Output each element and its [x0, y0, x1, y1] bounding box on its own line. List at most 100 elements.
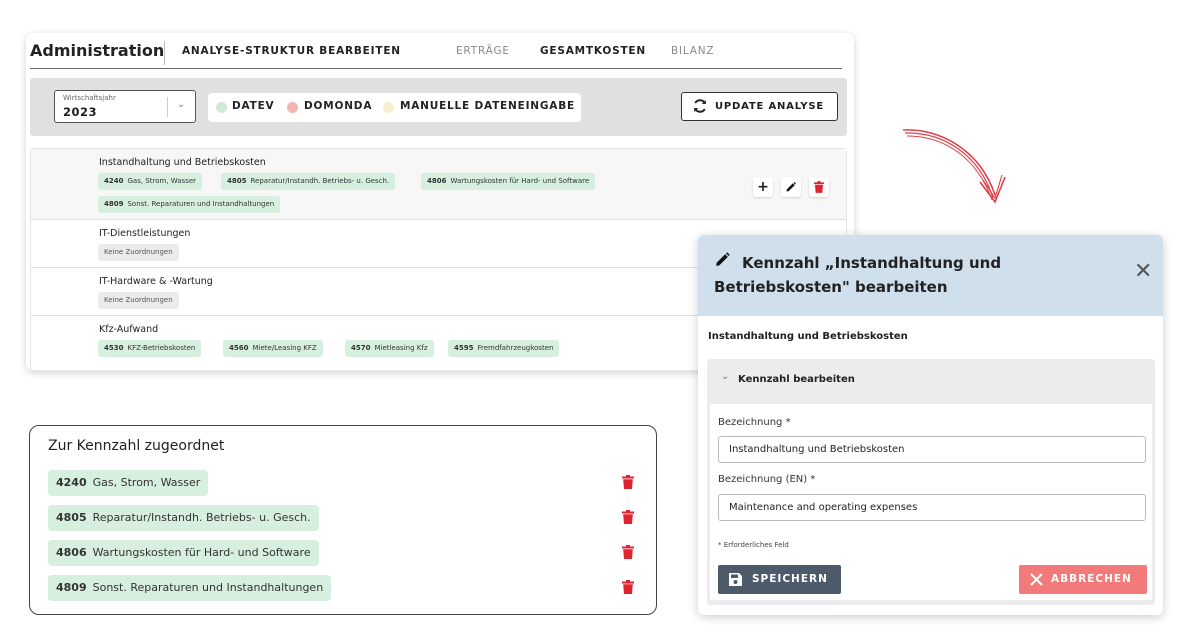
account-chip: 4240 Gas, Strom, Wasser	[98, 173, 203, 190]
name-en-input[interactable]: Maintenance and operating expenses	[718, 494, 1146, 521]
update-analyse-label: UPDATE ANALYSE	[715, 101, 824, 112]
year-select[interactable]: Wirtschaftsjahr 2023 ⌄	[54, 90, 196, 123]
legend-datev: DATEV	[232, 100, 275, 112]
assigned-accounts-card: Zur Kennzahl zugeordnet 4240 Gas, Strom, …	[29, 425, 657, 615]
page-title: Administration	[30, 41, 165, 60]
chip-label: Gas, Strom, Wasser	[127, 177, 197, 185]
floppy-disk-icon	[729, 573, 742, 586]
refresh-icon	[694, 99, 706, 113]
header: Administration ANALYSE-STRUKTUR BEARBEIT…	[26, 33, 854, 69]
chip-label: Gas, Strom, Wasser	[92, 476, 201, 489]
field-label: Bezeichnung (EN) *	[718, 474, 816, 485]
row-name: Kfz-Aufwand	[99, 324, 159, 335]
save-button[interactable]: SPEICHERN	[718, 565, 841, 594]
account-chip: 4806 Wartungskosten für Hard- und Softwar…	[421, 173, 596, 190]
name-input[interactable]: Instandhaltung und Betriebskosten	[718, 436, 1146, 463]
account-chip: 4805 Reparatur/Instandh. Betriebs- u. Ges…	[221, 173, 396, 190]
row-name: IT-Hardware & -Wartung	[99, 276, 213, 287]
filter-bar: Wirtschaftsjahr 2023 ⌄ DATEV DOMONDA MAN…	[30, 78, 847, 136]
datev-dot-icon	[216, 102, 227, 113]
chip-code: 4805	[227, 177, 247, 185]
trash-icon[interactable]	[622, 510, 634, 524]
assigned-chip: 4806 Wartungskosten für Hard- und Softwar…	[48, 540, 319, 566]
empty-chip: Keine Zuordnungen	[98, 244, 179, 261]
chip-label: Wartungskosten für Hard- und Software	[92, 546, 311, 559]
assigned-title: Zur Kennzahl zugeordnet	[48, 438, 225, 454]
legend-manual: MANUELLE DATENEINGABE	[400, 100, 576, 112]
edit-kennzahl-dialog: Kennzahl „Instandhaltung und Betriebskos…	[698, 235, 1163, 615]
chip-code: 4806	[56, 546, 87, 559]
domonda-dot-icon	[287, 102, 298, 113]
edit-accordion: ⌄ Kennzahl bearbeiten Bezeichnung * Inst…	[707, 359, 1155, 605]
dialog-title: Kennzahl „Instandhaltung und Betriebskos…	[714, 254, 1002, 296]
dialog-subtitle: Instandhaltung und Betriebskosten	[708, 331, 908, 342]
account-chip: 4570 Mietleasing Kfz	[345, 340, 434, 357]
account-chip: 4595 Fremdfahrzeugkosten	[448, 340, 560, 357]
tab-ertraege[interactable]: ERTRÄGE	[456, 45, 510, 57]
chip-label: Miete/Leasing KFZ	[252, 344, 317, 352]
chip-label: Reparatur/Instandh. Betriebs- u. Gesch.	[250, 177, 390, 185]
chip-code: 4560	[229, 344, 249, 352]
header-divider	[164, 41, 165, 65]
chip-label: Sonst. Reparaturen und Instandhaltungen	[127, 200, 275, 208]
trash-icon[interactable]	[622, 475, 634, 489]
save-label: SPEICHERN	[752, 573, 828, 585]
manual-dot-icon	[383, 102, 394, 113]
chip-label: Wartungskosten für Hard- und Software	[450, 177, 590, 185]
pencil-icon	[786, 181, 797, 192]
year-select-value: 2023	[63, 105, 98, 119]
trash-icon[interactable]	[622, 545, 634, 559]
delete-button[interactable]	[809, 177, 829, 197]
chip-code: 4806	[427, 177, 447, 185]
chip-code: 4809	[104, 200, 124, 208]
source-legend: DATEV DOMONDA MANUELLE DATENEINGABE	[208, 93, 581, 122]
chip-label: Mietleasing Kfz	[374, 344, 428, 352]
tab-gesamtkosten[interactable]: GESAMTKOSTEN	[540, 45, 646, 57]
row-name: IT-Dienstleistungen	[99, 228, 191, 239]
accordion-title[interactable]: Kennzahl bearbeiten	[738, 374, 855, 385]
cancel-label: ABBRECHEN	[1051, 573, 1132, 585]
update-analyse-button[interactable]: UPDATE ANALYSE	[681, 92, 838, 121]
account-chip: 4560 Miete/Leasing KFZ	[223, 340, 323, 357]
assigned-chip: 4809 Sonst. Reparaturen und Instandhaltun…	[48, 575, 332, 601]
select-divider	[167, 97, 168, 117]
chip-label: Fremdfahrzeugkosten	[477, 344, 554, 352]
chip-code: 4240	[56, 476, 87, 489]
trash-icon[interactable]	[622, 580, 634, 594]
cancel-button[interactable]: ABBRECHEN	[1019, 565, 1147, 594]
chip-label: Reparatur/Instandh. Betriebs- u. Gesch.	[92, 511, 311, 524]
header-underline	[30, 68, 842, 69]
row-name: Instandhaltung und Betriebskosten	[99, 157, 266, 168]
chip-label: Sonst. Reparaturen und Instandhaltungen	[92, 581, 324, 594]
add-button[interactable]: +	[753, 177, 773, 197]
assigned-chip: 4240 Gas, Strom, Wasser	[48, 470, 209, 496]
chip-code: 4240	[104, 177, 124, 185]
plus-icon: +	[757, 179, 769, 195]
list-item[interactable]: Instandhaltung und Betriebskosten 4240 Ga…	[31, 149, 846, 220]
chip-code: 4595	[454, 344, 474, 352]
tab-bilanz[interactable]: BILANZ	[671, 45, 714, 57]
legend-domonda: DOMONDA	[304, 100, 373, 112]
account-chip: 4809 Sonst. Reparaturen und Instandhaltun…	[98, 196, 281, 213]
account-chip: 4530 KFZ-Betriebskosten	[98, 340, 202, 357]
close-icon[interactable]: ✕	[1134, 261, 1152, 283]
empty-chip: Keine Zuordnungen	[98, 292, 179, 309]
edit-form: Bezeichnung * Instandhaltung und Betrieb…	[710, 404, 1152, 600]
year-select-label: Wirtschaftsjahr	[63, 94, 116, 102]
trash-icon	[814, 181, 824, 193]
close-icon	[1030, 573, 1043, 586]
nav-analyse-struktur[interactable]: ANALYSE-STRUKTUR BEARBEITEN	[182, 45, 401, 57]
assigned-chip: 4805 Reparatur/Instandh. Betriebs- u. Ges…	[48, 505, 319, 531]
chip-code: 4809	[56, 581, 87, 594]
chip-code: 4570	[351, 344, 371, 352]
pointer-arrow-icon	[902, 129, 1006, 204]
field-label: Bezeichnung *	[718, 417, 791, 428]
chip-code: 4530	[104, 344, 124, 352]
edit-button[interactable]	[781, 177, 801, 197]
required-note: * Erforderliches Feld	[718, 541, 789, 549]
chevron-down-icon[interactable]: ⌄	[721, 371, 729, 382]
chevron-down-icon[interactable]: ⌄	[177, 99, 185, 110]
chip-label: KFZ-Betriebskosten	[127, 344, 196, 352]
chip-code: 4805	[56, 511, 87, 524]
dialog-header: Kennzahl „Instandhaltung und Betriebskos…	[698, 235, 1163, 316]
